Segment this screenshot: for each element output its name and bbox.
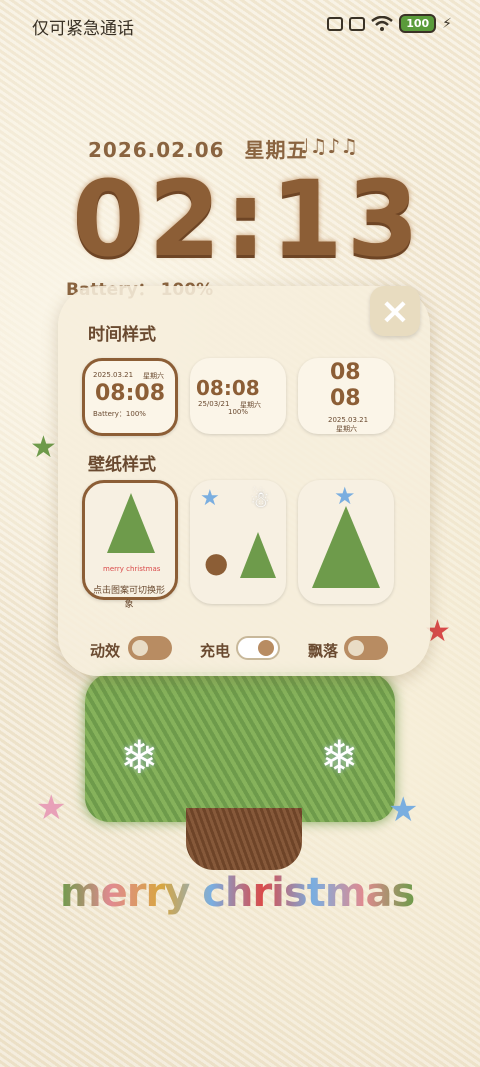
music-notes-icon: ♩♫♪♫ (300, 134, 359, 158)
pink-star-icon: ★ (36, 788, 67, 828)
status-icons: 100 ⚡ (327, 14, 452, 33)
effect-toggle[interactable] (128, 636, 172, 660)
thumb-weekday: 星期六 (336, 425, 357, 433)
wallpaper-option-characters[interactable]: ★ ☃ ● (190, 480, 286, 604)
tree-icon (312, 506, 380, 588)
falling-toggle[interactable] (344, 636, 388, 660)
battery-icon: 100 (399, 14, 437, 33)
thumb-date: 2025.03.21 (328, 416, 369, 424)
lock-clock: 02:13 (72, 158, 424, 280)
thumb-date: 2025.03.21 (93, 371, 134, 379)
blue-star-icon: ★ (388, 790, 419, 830)
toggle-knob (258, 640, 274, 656)
thumb-minute: 08 (330, 386, 361, 411)
close-button[interactable]: × (370, 286, 420, 336)
charging-icon: ⚡ (442, 15, 452, 32)
thumb-weekday: 星期六 (143, 372, 164, 380)
effect-toggle-label: 动效 (90, 642, 121, 660)
thumb-time: 08:08 (196, 376, 260, 400)
tap-hint: 点击图案可切换形象 (92, 586, 165, 610)
charging-toggle[interactable] (236, 636, 280, 660)
tree-trunk-decoration (186, 808, 302, 870)
tree-icon (240, 532, 276, 578)
vibrate-icon (327, 16, 344, 31)
tree-icon (107, 493, 155, 553)
wallpaper-option-tree[interactable]: merry christmas (82, 480, 178, 600)
merry-christmas-greeting: merry christmas (60, 870, 415, 916)
time-style-title: 时间样式 (88, 325, 156, 345)
charging-toggle-label: 充电 (200, 642, 231, 660)
greeting-text: merry christmas (60, 870, 415, 916)
thumb-battery: Battery：100% (93, 410, 146, 418)
bear-icon: ● (204, 546, 229, 579)
snowflake-icon: ❄ (120, 730, 159, 784)
thumb-greeting: merry christmas (103, 565, 161, 573)
star-icon: ★ (200, 486, 220, 511)
wallpaper-style-title: 壁纸样式 (88, 455, 156, 475)
falling-toggle-label: 飘落 (308, 642, 339, 660)
toggle-knob (348, 640, 364, 656)
status-bar: 仅可紧急通话 100 ⚡ (0, 0, 480, 50)
wifi-icon (371, 15, 393, 31)
thumb-date: 25/03/21 (198, 400, 230, 408)
thumb-hour: 08 (330, 360, 361, 385)
thumb-time: 08:08 (95, 381, 166, 406)
time-style-option-2[interactable]: 08:08 25/03/21 星期六 100% (190, 358, 286, 434)
green-star-icon: ★ (30, 430, 57, 465)
wallpaper-option-big-tree[interactable]: ★ (298, 480, 394, 604)
time-style-option-3[interactable]: 08 08 2025.03.21 星期六 (298, 358, 394, 434)
toggle-knob (132, 640, 148, 656)
snowflake-icon: ❄ (320, 730, 359, 784)
thumb-battery: 100% (228, 408, 249, 416)
carrier-text: 仅可紧急通话 (32, 19, 134, 39)
snowman-icon: ☃ (250, 488, 270, 513)
sim-off-icon (349, 16, 366, 31)
star-icon: ★ (334, 482, 356, 510)
time-style-option-1[interactable]: 2025.03.21 星期六 08:08 Battery：100% (82, 358, 178, 436)
